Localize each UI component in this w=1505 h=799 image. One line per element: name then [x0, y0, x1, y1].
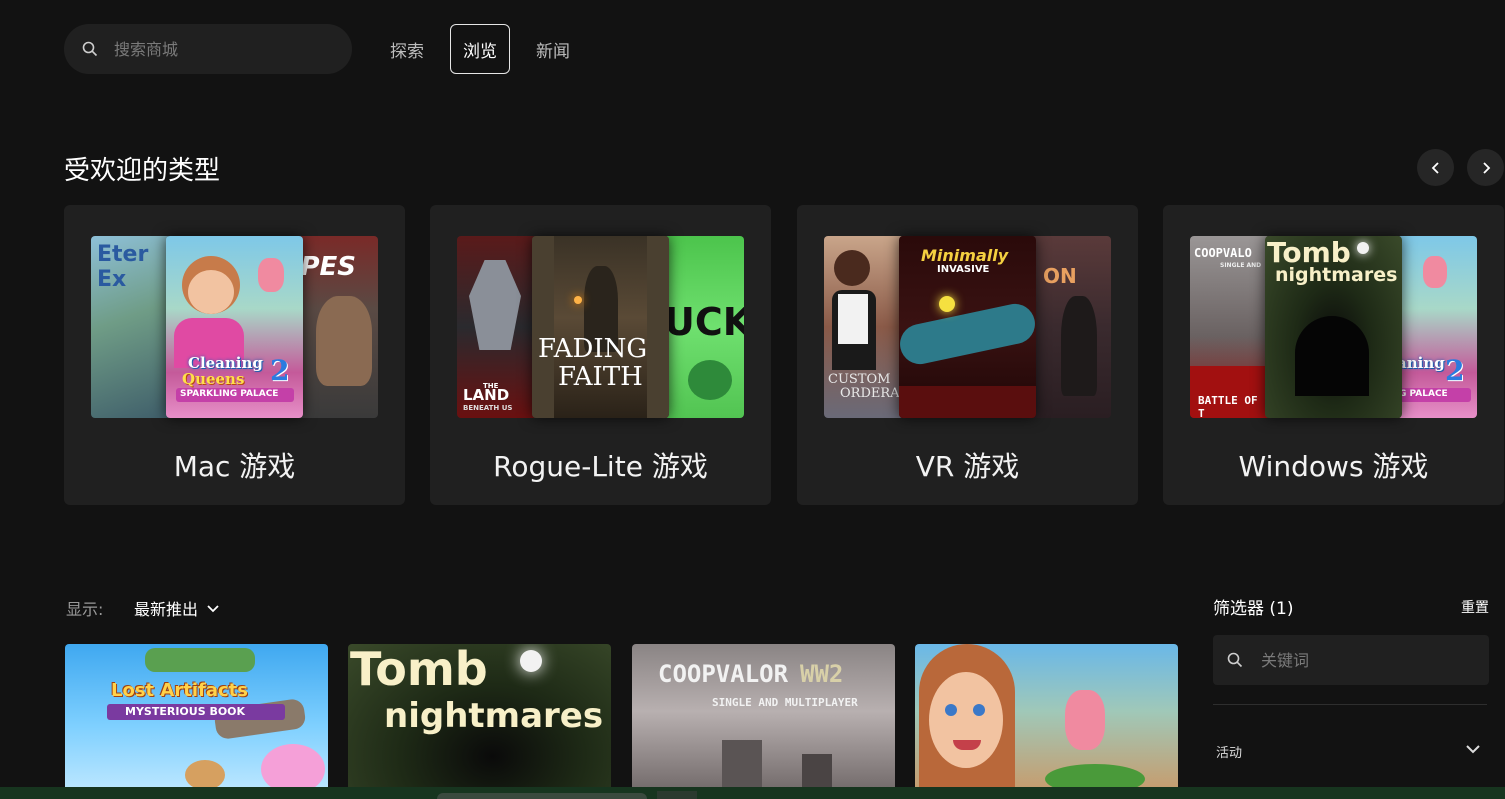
game-thumbnail: Eter Ex [91, 236, 171, 418]
game-thumbnail: Cleaning Queens 2 SPARKLING PALACE [166, 236, 303, 418]
genre-label: VR 游戏 [915, 450, 1020, 483]
filter-section-activity[interactable]: 活动 [1216, 742, 1242, 761]
tab-news[interactable]: 新闻 [526, 24, 580, 74]
game-subtitle-art: SINGLE AND MULTIPLAYER [712, 696, 858, 709]
genre-thumbnails: THE LAND BENEATH US FADING FAITH UCK [457, 236, 744, 418]
genre-card-mac[interactable]: Eter Ex Cleaning Queens 2 SPARKLING PALA… [64, 205, 405, 505]
game-subtitle-art: MYSTERIOUS BOOK [125, 705, 246, 718]
chevron-down-icon[interactable] [1465, 741, 1481, 757]
carousel-prev-button[interactable] [1417, 149, 1454, 186]
search-input[interactable] [114, 39, 334, 59]
game-thumbnail: FADING FAITH [532, 236, 669, 418]
chevron-down-icon [207, 605, 219, 613]
bottom-tab[interactable] [657, 791, 697, 799]
filters-title: 筛选器 (1) [1213, 599, 1294, 619]
genre-card-vr[interactable]: CUSTOM ORDERA Minimally INVASIVE ON VR 游… [797, 205, 1138, 505]
filter-divider [1213, 704, 1487, 705]
genre-thumbnails: Eter Ex Cleaning Queens 2 SPARKLING PALA… [91, 236, 378, 418]
genre-card-windows[interactable]: COOPVALO SINGLE AND BATTLE OF T Tomb nig… [1163, 205, 1504, 505]
game-thumbnail: PES [298, 236, 378, 418]
game-subtitle-art: nightmares [384, 696, 604, 736]
search-icon [82, 41, 98, 57]
store-search[interactable] [64, 24, 352, 74]
bottom-bar [0, 787, 1505, 799]
genre-card-rogue-lite[interactable]: THE LAND BENEATH US FADING FAITH UCK Rog… [430, 205, 771, 505]
show-label: 显示: [66, 600, 104, 619]
game-thumbnail: COOPVALO SINGLE AND BATTLE OF T [1190, 236, 1270, 418]
genre-label: Rogue-Lite 游戏 [493, 450, 708, 483]
game-thumbnail: THE LAND BENEATH US [457, 236, 537, 418]
chevron-right-icon [1482, 161, 1490, 174]
game-title-art: Tomb [350, 644, 488, 696]
carousel-next-button[interactable] [1467, 149, 1504, 186]
genre-thumbnails: COOPVALO SINGLE AND BATTLE OF T Tomb nig… [1190, 236, 1477, 418]
game-title-badge: WW2 [800, 660, 844, 688]
genre-thumbnails: CUSTOM ORDERA Minimally INVASIVE ON [824, 236, 1111, 418]
game-card-lost-artifacts[interactable]: Lost Artifacts MYSTERIOUS BOOK [65, 644, 328, 794]
game-thumbnail: Tomb nightmares [1265, 236, 1402, 418]
tab-browse[interactable]: 浏览 [450, 24, 510, 74]
game-thumbnail: Minimally INVASIVE [899, 236, 1036, 418]
keyword-input[interactable] [1261, 650, 1481, 670]
keyword-search[interactable] [1213, 635, 1489, 685]
sort-value: 最新推出 [134, 600, 199, 619]
game-card-coopvalor[interactable]: COOPVALOR WW2 SINGLE AND MULTIPLAYER [632, 644, 895, 794]
chevron-left-icon [1431, 161, 1439, 174]
game-card-tomb-nightmares[interactable]: Tomb nightmares [348, 644, 611, 794]
game-card-cleaning-queens[interactable] [915, 644, 1178, 794]
game-thumbnail: aning 2 G PALACE [1397, 236, 1477, 418]
section-title-popular-genres: 受欢迎的类型 [64, 156, 221, 186]
game-thumbnail: CUSTOM ORDERA [824, 236, 904, 418]
game-title-art: COOPVALOR [658, 660, 789, 688]
bottom-scroll-indicator[interactable] [437, 793, 647, 799]
game-thumbnail: UCK [664, 236, 744, 418]
character-face [188, 270, 234, 314]
game-thumbnail: ON [1031, 236, 1111, 418]
tab-discover[interactable]: 探索 [380, 24, 434, 74]
genre-label: Windows 游戏 [1238, 450, 1429, 483]
reset-filters-button[interactable]: 重置 [1461, 597, 1489, 617]
duster-graphic [258, 258, 284, 292]
search-icon [1227, 652, 1243, 668]
game-title-art: Lost Artifacts [111, 680, 248, 701]
genre-label: Mac 游戏 [173, 450, 296, 483]
sort-dropdown[interactable]: 最新推出 [134, 596, 220, 620]
